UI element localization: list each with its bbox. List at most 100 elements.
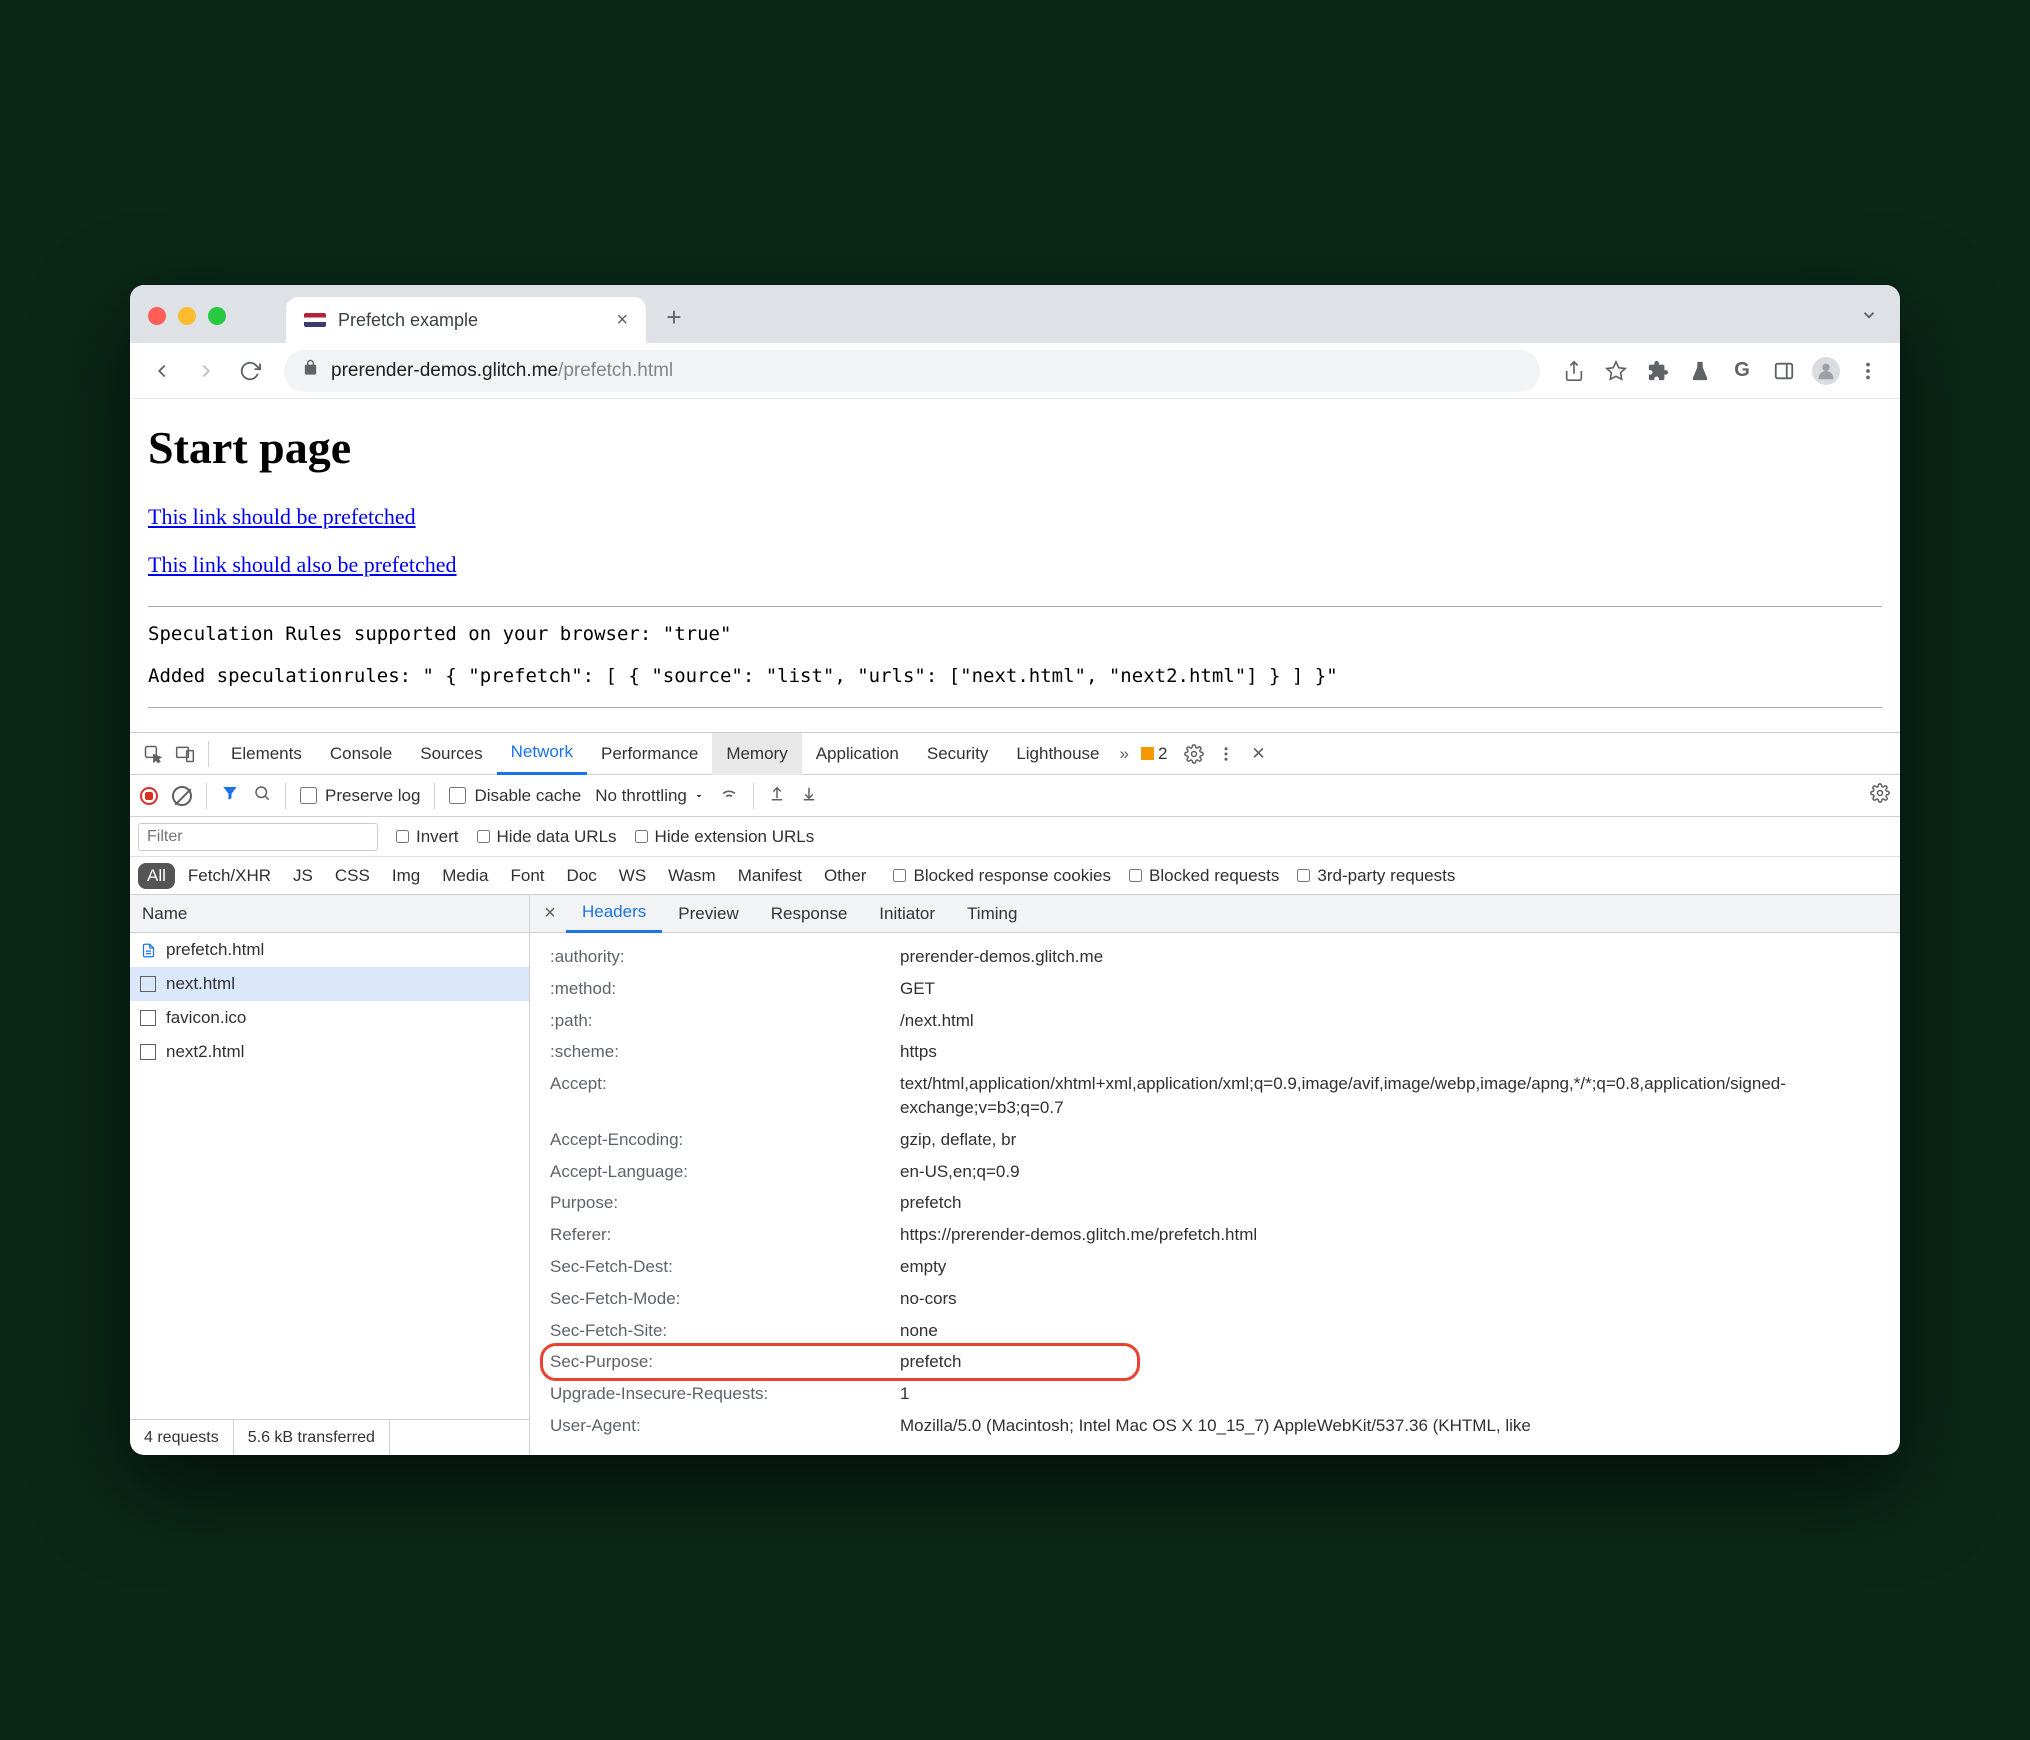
clear-button[interactable] xyxy=(172,786,192,806)
throttling-select[interactable]: No throttling xyxy=(595,786,705,806)
request-name: next2.html xyxy=(166,1042,244,1062)
name-column-header[interactable]: Name xyxy=(130,895,529,933)
google-apps-icon[interactable]: G xyxy=(1724,353,1760,389)
filter-icon[interactable] xyxy=(221,784,239,807)
type-filter-font[interactable]: Font xyxy=(502,863,554,889)
panel-tab-application[interactable]: Application xyxy=(802,733,913,775)
panel-tab-elements[interactable]: Elements xyxy=(217,733,316,775)
kebab-menu-icon[interactable] xyxy=(1211,745,1241,763)
close-devtools-button[interactable]: ✕ xyxy=(1243,744,1273,764)
close-window-button[interactable] xyxy=(148,307,166,325)
prefetch-link-1[interactable]: This link should be prefetched xyxy=(148,504,416,530)
header-value: text/html,application/xhtml+xml,applicat… xyxy=(900,1072,1900,1120)
request-row[interactable]: prefetch.html xyxy=(130,933,529,967)
bookmark-button[interactable] xyxy=(1598,353,1634,389)
type-filter-manifest[interactable]: Manifest xyxy=(729,863,811,889)
lock-icon xyxy=(302,359,319,382)
type-filter-doc[interactable]: Doc xyxy=(558,863,606,889)
header-row: :authority:prerender-demos.glitch.me xyxy=(530,941,1900,973)
type-filter-other[interactable]: Other xyxy=(815,863,876,889)
profile-button[interactable] xyxy=(1808,353,1844,389)
panel-tab-performance[interactable]: Performance xyxy=(587,733,712,775)
share-button[interactable] xyxy=(1556,353,1592,389)
window-controls xyxy=(148,307,226,325)
detail-tab-initiator[interactable]: Initiator xyxy=(863,895,951,933)
inspect-icon[interactable] xyxy=(138,744,168,764)
request-row[interactable]: favicon.ico xyxy=(130,1001,529,1035)
download-har-icon[interactable] xyxy=(800,784,818,807)
detail-tab-response[interactable]: Response xyxy=(755,895,864,933)
filter-input[interactable] xyxy=(138,823,378,851)
maximize-window-button[interactable] xyxy=(208,307,226,325)
reload-button[interactable] xyxy=(232,353,268,389)
detail-tab-preview[interactable]: Preview xyxy=(662,895,754,933)
type-filter-media[interactable]: Media xyxy=(433,863,497,889)
hide-extension-urls-checkbox[interactable]: Hide extension URLs xyxy=(635,827,815,847)
panel-tab-security[interactable]: Security xyxy=(913,733,1002,775)
warnings-badge[interactable]: 2 xyxy=(1141,744,1167,764)
thirdparty-checkbox[interactable]: 3rd-party requests xyxy=(1297,866,1455,886)
blocked-cookies-checkbox[interactable]: Blocked response cookies xyxy=(893,866,1111,886)
status-line-2: Added speculationrules: " { "prefetch": … xyxy=(148,665,1882,687)
side-panel-button[interactable] xyxy=(1766,353,1802,389)
header-name: :scheme: xyxy=(550,1040,900,1064)
headers-section: :authority:prerender-demos.glitch.me:met… xyxy=(530,933,1900,1450)
type-filter-wasm[interactable]: Wasm xyxy=(659,863,725,889)
address-bar[interactable]: prerender-demos.glitch.me/prefetch.html xyxy=(284,350,1540,392)
tab-strip: Prefetch example × + xyxy=(130,285,1900,343)
header-name: Accept: xyxy=(550,1072,900,1120)
type-filter-fetchxhr[interactable]: Fetch/XHR xyxy=(179,863,280,889)
new-tab-button[interactable]: + xyxy=(654,302,694,333)
header-name: Accept-Language: xyxy=(550,1160,900,1184)
header-value: https://prerender-demos.glitch.me/prefet… xyxy=(900,1223,1900,1247)
disable-cache-checkbox[interactable]: Disable cache xyxy=(449,786,581,806)
panel-tab-lighthouse[interactable]: Lighthouse xyxy=(1002,733,1113,775)
network-settings-icon[interactable] xyxy=(1870,783,1890,808)
detail-tab-timing[interactable]: Timing xyxy=(951,895,1033,933)
panel-tab-network[interactable]: Network xyxy=(497,733,587,775)
browser-tab[interactable]: Prefetch example × xyxy=(286,297,646,343)
more-panels-icon[interactable]: » xyxy=(1120,744,1129,764)
type-filter-all[interactable]: All xyxy=(138,863,175,889)
header-row: Purpose:prefetch xyxy=(530,1187,1900,1219)
preserve-log-checkbox[interactable]: Preserve log xyxy=(300,786,420,806)
type-filter-css[interactable]: CSS xyxy=(326,863,379,889)
back-button[interactable] xyxy=(144,353,180,389)
upload-har-icon[interactable] xyxy=(768,784,786,807)
type-filter-js[interactable]: JS xyxy=(284,863,322,889)
panel-tab-console[interactable]: Console xyxy=(316,733,406,775)
menu-button[interactable] xyxy=(1850,353,1886,389)
close-detail-button[interactable]: × xyxy=(536,902,564,925)
header-row: User-Agent:Mozilla/5.0 (Macintosh; Intel… xyxy=(530,1410,1900,1442)
browser-toolbar: prerender-demos.glitch.me/prefetch.html … xyxy=(130,343,1900,399)
type-filter-ws[interactable]: WS xyxy=(610,863,655,889)
hide-data-urls-checkbox[interactable]: Hide data URLs xyxy=(477,827,617,847)
search-icon[interactable] xyxy=(253,784,271,807)
device-toggle-icon[interactable] xyxy=(170,744,200,764)
forward-button[interactable] xyxy=(188,353,224,389)
labs-button[interactable] xyxy=(1682,353,1718,389)
request-row[interactable]: next.html xyxy=(130,967,529,1001)
type-filter-img[interactable]: Img xyxy=(383,863,429,889)
close-tab-button[interactable]: × xyxy=(616,309,628,332)
prefetch-link-2[interactable]: This link should also be prefetched xyxy=(148,552,457,578)
minimize-window-button[interactable] xyxy=(178,307,196,325)
page-content: Start page This link should be prefetche… xyxy=(130,399,1900,732)
panel-tab-memory[interactable]: Memory xyxy=(712,733,801,775)
request-row[interactable]: next2.html xyxy=(130,1035,529,1069)
record-button[interactable] xyxy=(140,787,158,805)
blocked-requests-checkbox[interactable]: Blocked requests xyxy=(1129,866,1279,886)
header-name: Upgrade-Insecure-Requests: xyxy=(550,1382,900,1406)
header-value: empty xyxy=(900,1255,1900,1279)
panel-tab-sources[interactable]: Sources xyxy=(406,733,496,775)
tab-list-chevron-icon[interactable] xyxy=(1860,306,1878,329)
header-row: Accept-Encoding:gzip, deflate, br xyxy=(530,1124,1900,1156)
wifi-icon[interactable] xyxy=(719,783,739,808)
favicon-icon xyxy=(304,313,326,327)
extensions-button[interactable] xyxy=(1640,353,1676,389)
detail-tab-headers[interactable]: Headers xyxy=(566,895,662,933)
invert-checkbox[interactable]: Invert xyxy=(396,827,459,847)
header-value: en-US,en;q=0.9 xyxy=(900,1160,1900,1184)
settings-icon[interactable] xyxy=(1179,744,1209,764)
header-value: GET xyxy=(900,977,1900,1001)
